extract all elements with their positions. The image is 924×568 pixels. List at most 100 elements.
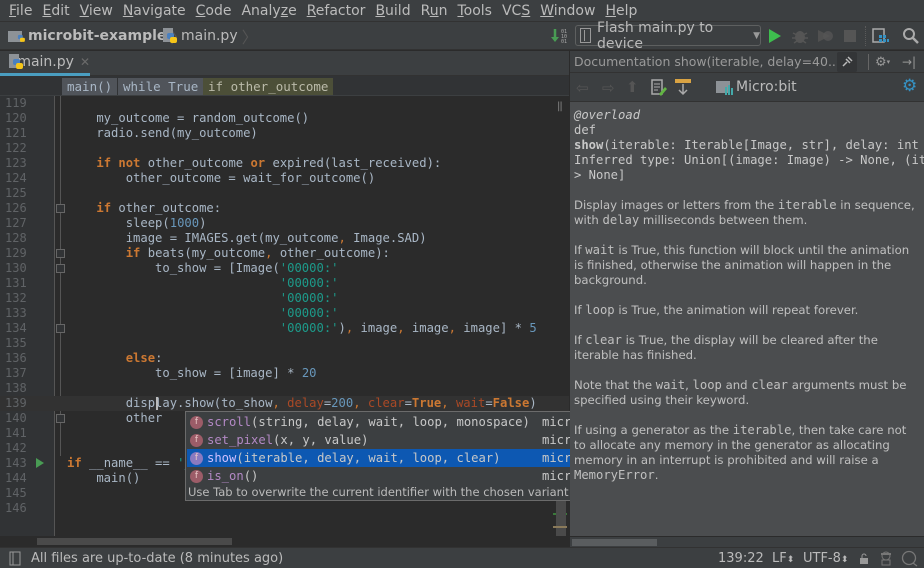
vertical-scrollbar-thumb[interactable] [556, 501, 566, 536]
code-line[interactable]: 132 '00000:' [0, 291, 569, 306]
breadcrumb-main-function[interactable]: main() [62, 78, 118, 95]
code-line[interactable]: 119 [0, 96, 569, 111]
up-arrow-icon[interactable]: ⬆ [626, 78, 639, 96]
settings-dropdown-button[interactable]: ⚙ ▾ [875, 53, 897, 71]
breadcrumb-file[interactable]: main.py 〉 [163, 22, 258, 50]
documentation-horizontal-scrollbar[interactable] [570, 537, 924, 547]
status-message[interactable]: All files are up-to-date (8 minutes ago) [31, 551, 283, 566]
encoding-selector[interactable]: UTF-8⬍ [803, 551, 848, 566]
code-text[interactable]: radio.send(my_outcome) [67, 126, 257, 141]
menu-window[interactable]: Window [535, 0, 600, 22]
edit-source-icon[interactable] [651, 79, 667, 97]
line-separator-selector[interactable]: LF⬍ [772, 551, 794, 566]
code-line[interactable]: 135 [0, 336, 569, 351]
menu-view[interactable]: View [75, 0, 118, 22]
debug-button[interactable] [789, 22, 811, 50]
search-everywhere-button[interactable] [900, 22, 922, 50]
code-text[interactable]: if other_outcome: [67, 201, 221, 216]
stop-button[interactable] [839, 22, 861, 50]
tab-main-py[interactable]: main.py ✕ [0, 51, 90, 76]
code-line[interactable]: 130 to_show = [Image('00000:' [0, 261, 569, 276]
code-text[interactable]: my_outcome = random_outcome() [67, 111, 309, 126]
toggle-tool-windows-icon[interactable] [9, 551, 21, 566]
menu-navigate[interactable]: Navigate [118, 0, 191, 22]
coverage-button[interactable] [814, 22, 836, 50]
code-line[interactable]: 122 [0, 141, 569, 156]
run-button[interactable] [764, 22, 786, 50]
run-gutter-icon[interactable] [36, 458, 44, 468]
chevron-down-icon: ▼ [753, 30, 760, 41]
fold-collapse-icon[interactable] [56, 204, 65, 213]
code-line[interactable]: 131 '00000:' [0, 276, 569, 291]
code-text[interactable]: other [67, 411, 163, 426]
code-line[interactable]: 120 my_outcome = random_outcome() [0, 111, 569, 126]
code-text[interactable]: if beats(my_outcome, other_outcome): [67, 246, 390, 261]
code-line[interactable]: 133 '00000:' [0, 306, 569, 321]
code-line[interactable]: 128 image = IMAGES.get(my_outcome, Image… [0, 231, 569, 246]
code-text[interactable]: if not other_outcome or expired(last_rec… [67, 156, 441, 171]
code-text[interactable]: main() [67, 471, 140, 486]
forward-arrow-icon[interactable]: ⇨ [602, 79, 615, 97]
completion-signature: scroll(string, delay, wait, loop, monosp… [207, 415, 530, 429]
code-line[interactable]: 123 if not other_outcome or expired(last… [0, 156, 569, 171]
code-text[interactable]: '00000:' [67, 306, 339, 321]
close-icon[interactable]: ✕ [80, 55, 90, 69]
menu-file[interactable]: File [4, 0, 37, 22]
horizontal-scrollbar-thumb[interactable] [37, 538, 232, 545]
back-arrow-icon[interactable]: ⇦ [576, 79, 589, 97]
lock-open-icon[interactable] [859, 553, 869, 565]
fold-collapse-icon[interactable] [56, 264, 65, 273]
project-structure-button[interactable] [870, 22, 892, 50]
event-log-icon[interactable] [901, 550, 919, 567]
code-text[interactable]: '00000:' [67, 291, 339, 306]
code-text[interactable]: to_show = [Image('00000:' [67, 261, 338, 276]
code-text[interactable]: '00000:'), image, image, image] * 5 [67, 321, 537, 336]
menu-build[interactable]: Build [370, 0, 415, 22]
code-line[interactable]: 126 if other_outcome: [0, 201, 569, 216]
menu-refactor[interactable]: Refactor [302, 0, 371, 22]
caret-position[interactable]: 139:22 [718, 551, 764, 566]
gear-icon[interactable]: ⚙ [902, 76, 917, 96]
menu-run[interactable]: Run [416, 0, 453, 22]
external-documentation-icon[interactable] [675, 79, 691, 97]
breadcrumb-if-block[interactable]: if other_outcome [203, 78, 334, 95]
breadcrumb-project[interactable]: microbit-example 〉 [8, 22, 186, 50]
code-line[interactable]: 139 display.show(to_show, delay=200, cle… [0, 396, 569, 411]
code-line[interactable]: 124 other_outcome = wait_for_outcome() [0, 171, 569, 186]
code-line[interactable]: 129 if beats(my_outcome, other_outcome): [0, 246, 569, 261]
menu-analyze[interactable]: Analyze [236, 0, 301, 22]
menu-tools[interactable]: Tools [452, 0, 497, 22]
menu-code[interactable]: Code [191, 0, 237, 22]
code-line[interactable]: 121 radio.send(my_outcome) [0, 126, 569, 141]
code-line[interactable]: 146 [0, 501, 569, 516]
code-line[interactable]: 138 [0, 381, 569, 396]
horizontal-scrollbar[interactable] [0, 536, 569, 547]
code-line[interactable]: 137 to_show = [image] * 20 [0, 366, 569, 381]
code-text[interactable]: if __name__ == '_ [67, 456, 192, 471]
code-text[interactable]: display.show(to_show, delay=200, clear=T… [67, 396, 537, 411]
code-text[interactable]: else: [67, 351, 163, 366]
fold-collapse-icon[interactable] [56, 249, 65, 258]
code-text[interactable]: to_show = [image] * 20 [67, 366, 316, 381]
menu-edit[interactable]: Edit [37, 0, 74, 22]
debug-icon [792, 31, 808, 44]
code-text[interactable]: image = IMAGES.get(my_outcome, Image.SAD… [67, 231, 427, 246]
fold-end-icon[interactable] [56, 414, 65, 423]
code-text[interactable]: sleep(1000) [67, 216, 207, 231]
fold-end-icon[interactable] [56, 324, 65, 333]
code-text[interactable]: '00000:' [67, 276, 339, 291]
documentation-scrollbar-thumb[interactable] [572, 539, 657, 546]
menu-help[interactable]: Help [600, 0, 642, 22]
menu-vcs[interactable]: VCS [497, 0, 535, 22]
code-line[interactable]: 125 [0, 186, 569, 201]
vcs-update-icon[interactable]: 01 10 01 [550, 22, 572, 50]
run-configuration-dropdown[interactable]: Flash main.py to device ▼ [575, 20, 761, 52]
hide-panel-button[interactable]: →| [902, 53, 920, 71]
code-line[interactable]: 127 sleep(1000) [0, 216, 569, 231]
code-line[interactable]: 134 '00000:'), image, image, image] * 5 [0, 321, 569, 336]
pin-button[interactable] [837, 52, 857, 72]
code-text[interactable]: other_outcome = wait_for_outcome() [67, 171, 376, 186]
breadcrumb-while-loop[interactable]: while True [118, 78, 204, 95]
code-line[interactable]: 136 else: [0, 351, 569, 366]
hector-inspector-icon[interactable] [879, 550, 893, 567]
